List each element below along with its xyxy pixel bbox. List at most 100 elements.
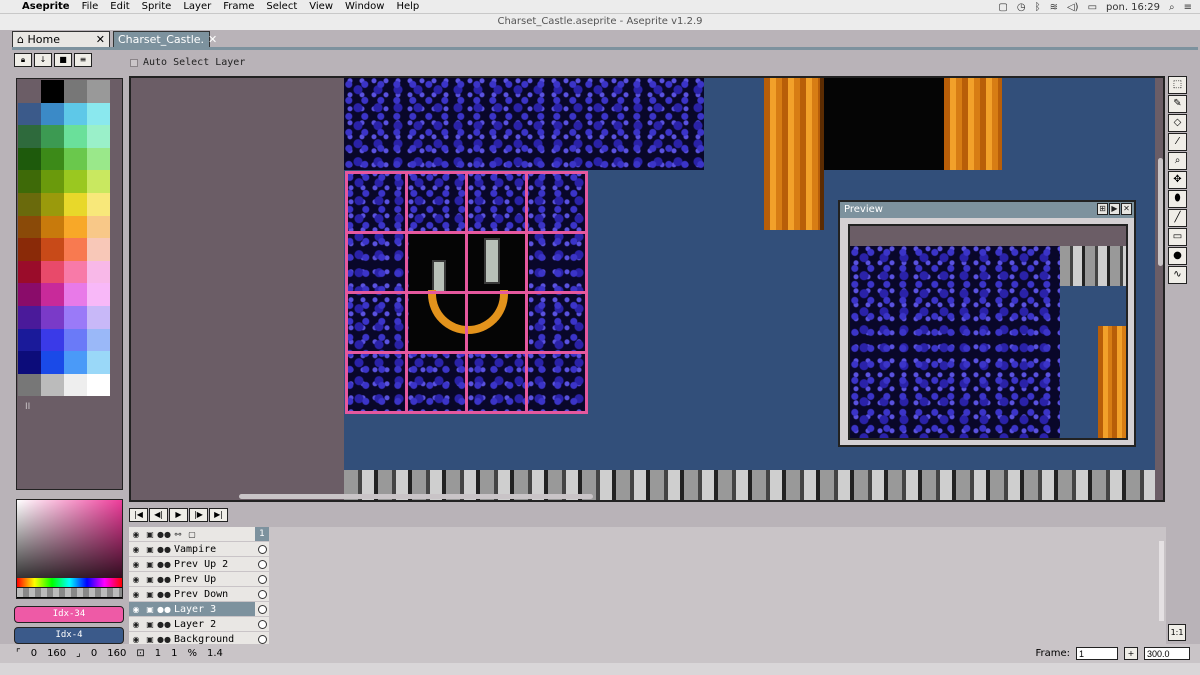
continuous-icon[interactable]: ●● bbox=[157, 530, 171, 539]
palette-swatch[interactable] bbox=[87, 373, 110, 397]
lock-icon[interactable]: 🔒︎ bbox=[14, 53, 32, 67]
last-frame-icon[interactable]: ▶| bbox=[209, 508, 228, 522]
eye-icon[interactable]: ◉ bbox=[129, 560, 143, 569]
layer-cel[interactable] bbox=[255, 617, 269, 631]
palette-swatch[interactable] bbox=[41, 215, 64, 239]
palette-swatch[interactable] bbox=[41, 351, 64, 374]
palette-swatch[interactable] bbox=[87, 238, 110, 261]
pencil-icon[interactable]: ✎ bbox=[1168, 95, 1187, 113]
frame-number[interactable]: 1 bbox=[255, 527, 269, 541]
palette-swatch[interactable] bbox=[64, 260, 87, 284]
palette-swatch[interactable] bbox=[18, 147, 41, 171]
eye-icon[interactable]: ◉ bbox=[129, 605, 143, 614]
prev-frame-icon[interactable]: ◀| bbox=[149, 508, 168, 522]
close-icon[interactable]: ✕ bbox=[208, 32, 217, 48]
contour-icon[interactable]: ∿ bbox=[1168, 266, 1187, 284]
alpha-slider[interactable] bbox=[17, 588, 122, 597]
palette-swatch[interactable] bbox=[87, 215, 110, 239]
continuous-icon[interactable]: ●● bbox=[157, 620, 171, 629]
palette-swatch[interactable] bbox=[64, 305, 87, 329]
palette-swatch[interactable] bbox=[41, 260, 64, 284]
continuous-icon[interactable]: ●● bbox=[157, 635, 171, 644]
blob-icon[interactable]: ● bbox=[1168, 247, 1187, 265]
palette-swatch[interactable] bbox=[18, 283, 41, 306]
layer-cel[interactable] bbox=[255, 587, 269, 601]
lock-icon[interactable]: ▣ bbox=[143, 635, 157, 644]
line-icon[interactable]: ╱ bbox=[1168, 209, 1187, 227]
lock-icon[interactable]: ▣ bbox=[143, 620, 157, 629]
eye-icon[interactable]: ◉ bbox=[129, 590, 143, 599]
layer-row[interactable]: ◉ ▣ ●● Layer 3 bbox=[129, 602, 269, 617]
eyedropper-icon[interactable]: ⁄ bbox=[1168, 133, 1187, 151]
vertical-scrollbar[interactable] bbox=[1158, 158, 1163, 266]
menu-help[interactable]: Help bbox=[396, 1, 419, 12]
continuous-icon[interactable]: ●● bbox=[157, 545, 171, 554]
palette-swatch[interactable] bbox=[87, 305, 110, 329]
palette-swatch[interactable] bbox=[87, 328, 110, 352]
palette-swatch[interactable] bbox=[41, 102, 64, 126]
actual-size-button[interactable]: 1:1 bbox=[1168, 624, 1186, 641]
layer-cel[interactable] bbox=[255, 542, 269, 556]
rectangle-icon[interactable]: ▭ bbox=[1168, 228, 1187, 246]
palette-swatch[interactable] bbox=[41, 238, 64, 261]
palette-swatch[interactable] bbox=[87, 102, 110, 126]
layer-row[interactable]: ◉ ▣ ●● Vampire bbox=[129, 542, 269, 557]
menu-file[interactable]: File bbox=[82, 1, 99, 12]
control-center-icon[interactable]: ≡ bbox=[1184, 2, 1192, 13]
play-icon[interactable]: ▶ bbox=[169, 508, 188, 522]
eye-icon[interactable]: ◉ bbox=[129, 530, 143, 539]
marquee-icon[interactable]: ⬚ bbox=[1168, 76, 1187, 94]
palette-swatch[interactable] bbox=[18, 238, 41, 261]
layer-row[interactable]: ◉ ▣ ●● Layer 2 bbox=[129, 617, 269, 632]
eye-icon[interactable]: ◉ bbox=[129, 575, 143, 584]
layer-row[interactable]: ◉ ▣ ●● Prev Up bbox=[129, 572, 269, 587]
time-machine-icon[interactable]: ◷ bbox=[1017, 2, 1026, 13]
auto-select-layer[interactable]: Auto Select Layer bbox=[130, 57, 245, 68]
palette-swatch[interactable] bbox=[64, 147, 87, 171]
menu-view[interactable]: View bbox=[309, 1, 333, 12]
palette-swatch[interactable] bbox=[18, 102, 41, 126]
palette-swatch[interactable] bbox=[18, 215, 41, 239]
palette-swatch[interactable] bbox=[18, 373, 41, 397]
preview-play-icon[interactable]: ▶ bbox=[1109, 203, 1120, 215]
palette-swatch[interactable] bbox=[18, 125, 41, 148]
link-icon[interactable]: ⚯ bbox=[171, 530, 185, 539]
close-icon[interactable]: ✕ bbox=[1121, 203, 1132, 215]
eye-icon[interactable]: ◉ bbox=[129, 620, 143, 629]
menu-window[interactable]: Window bbox=[345, 1, 384, 12]
palette-swatch[interactable] bbox=[87, 260, 110, 284]
palette-swatch[interactable] bbox=[41, 328, 64, 352]
zoom-input[interactable] bbox=[1144, 647, 1190, 660]
foreground-color[interactable]: Idx-34 bbox=[14, 606, 124, 623]
continuous-icon[interactable]: ●● bbox=[157, 575, 171, 584]
fill-icon[interactable]: ⬮ bbox=[1168, 190, 1187, 208]
palette-swatch[interactable] bbox=[87, 170, 110, 193]
preview-titlebar[interactable]: Preview ⊞ ▶ ✕ bbox=[840, 202, 1134, 218]
eye-icon[interactable]: ◉ bbox=[129, 635, 143, 644]
palette-swatch[interactable] bbox=[64, 102, 87, 126]
wifi-icon[interactable]: ≋ bbox=[1050, 2, 1058, 13]
menu-app[interactable]: Aseprite bbox=[22, 1, 70, 12]
lock-icon[interactable]: ▣ bbox=[143, 545, 157, 554]
preview-center-icon[interactable]: ⊞ bbox=[1097, 203, 1108, 215]
layer-row[interactable]: ◉ ▣ ●● Prev Down bbox=[129, 587, 269, 602]
volume-icon[interactable]: ◁) bbox=[1067, 2, 1079, 13]
add-frame-button[interactable]: + bbox=[1124, 647, 1138, 660]
bluetooth-icon[interactable]: ᛒ bbox=[1035, 2, 1041, 13]
palette-swatch[interactable] bbox=[41, 373, 64, 397]
frame-input[interactable] bbox=[1076, 647, 1118, 660]
palette-swatch[interactable] bbox=[18, 328, 41, 352]
palette-swatch[interactable] bbox=[64, 238, 87, 261]
battery-icon[interactable]: ▭ bbox=[1088, 2, 1097, 13]
palette-swatch[interactable] bbox=[18, 260, 41, 284]
palette-swatch[interactable] bbox=[87, 192, 110, 216]
cel-icon[interactable]: ▢ bbox=[185, 530, 199, 539]
palette-swatch[interactable] bbox=[64, 283, 87, 306]
timeline-scrollbar[interactable] bbox=[1159, 541, 1164, 621]
menu-sprite[interactable]: Sprite bbox=[142, 1, 172, 12]
menu-layer[interactable]: Layer bbox=[183, 1, 211, 12]
palette-swatch[interactable] bbox=[87, 80, 110, 103]
zoom-icon[interactable]: ⌕ bbox=[1168, 152, 1187, 170]
palette-swatch[interactable] bbox=[64, 215, 87, 239]
palette-swatch[interactable] bbox=[18, 351, 41, 374]
